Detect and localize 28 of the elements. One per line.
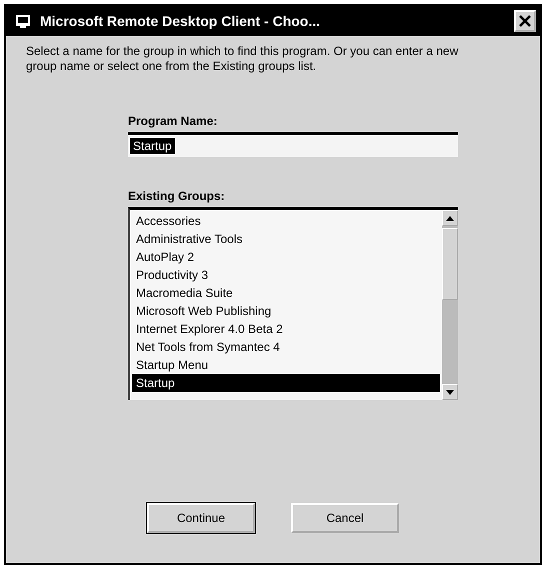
program-name-field[interactable]: Startup — [128, 132, 458, 157]
window-title: Microsoft Remote Desktop Client - Choo... — [40, 13, 322, 29]
list-item[interactable]: Microsoft Web Publishing — [132, 302, 440, 320]
list-item[interactable]: Startup Menu — [132, 356, 440, 374]
scrollbar[interactable] — [442, 210, 458, 400]
close-icon — [518, 14, 532, 28]
list-label: Existing Groups: — [128, 189, 225, 203]
list-item[interactable]: Administrative Tools — [132, 230, 440, 248]
dialog-button[interactable]: Cancel — [291, 503, 399, 533]
list-item[interactable]: Startup — [132, 374, 440, 392]
field-label: Program Name: — [128, 114, 218, 128]
up-arrow-icon — [446, 216, 454, 220]
close-button[interactable] — [514, 10, 536, 32]
list-item[interactable]: Macromedia Suite — [132, 284, 440, 302]
list-item[interactable]: Accessories — [132, 212, 440, 230]
list-item[interactable]: Net Tools from Symantec 4 — [132, 338, 440, 356]
dialog-button[interactable]: Continue — [147, 503, 255, 533]
group-list[interactable]: Accessories Administrative Tools AutoPlay 2 Productivity 3 Macromedia Suite Microsoft Web Publishing Internet Explorer 4.0 Beta 2 Net Tools from Symantec 4 Startup Menu Startup — [128, 207, 458, 400]
field-value: Startup — [130, 138, 175, 154]
scroll-thumb[interactable] — [442, 228, 458, 300]
scroll-up-button[interactable] — [442, 210, 458, 226]
window-icon — [14, 12, 32, 30]
down-arrow-icon — [446, 390, 454, 394]
list-item[interactable]: Productivity 3 — [132, 266, 440, 284]
list-item[interactable]: AutoPlay 2 — [132, 248, 440, 266]
list-item[interactable]: Internet Explorer 4.0 Beta 2 — [132, 320, 440, 338]
scroll-down-button[interactable] — [442, 384, 458, 400]
instructions-text: Select a name for the group in which to find this program. Or you can enter a new group name or select one from the Existing groups list. — [26, 44, 460, 74]
